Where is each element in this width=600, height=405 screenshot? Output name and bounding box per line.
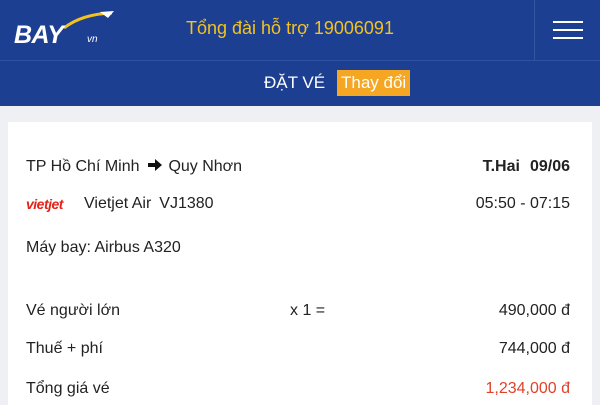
- adult-fare-price: 490,000 đ: [498, 302, 570, 319]
- airline-info: Vietjet Air VJ1380: [84, 195, 214, 213]
- adult-quantity: x 1 =: [290, 302, 326, 319]
- logo-text: BAY: [14, 21, 64, 49]
- date-value: 09/06: [529, 158, 570, 175]
- flight-summary-card: TP Hồ Chí Minh Quy Nhơn T.Hai 09/06 vietj…: [8, 122, 592, 405]
- adult-fare-label: Vé người lớn: [26, 302, 120, 319]
- support-hotline[interactable]: Tổng đài hỗ trợ 19006091: [186, 18, 394, 39]
- flight-code: VJ1380: [159, 195, 214, 212]
- top-header: BAY vn Tổng đài hỗ trợ 19006091: [0, 0, 600, 60]
- logo-suffix: vn: [87, 34, 98, 45]
- total-fare-price: 1,234,000 đ: [485, 380, 570, 397]
- day-of-week: T.Hai: [482, 158, 520, 175]
- vietjet-logo: vietjet: [26, 196, 63, 212]
- booking-bar: ĐẶT VÉ Thay đổi: [0, 60, 600, 106]
- total-fare-label: Tổng giá vé: [26, 380, 110, 397]
- arrow-right-icon: [147, 158, 162, 176]
- hamburger-menu-icon: [552, 21, 583, 39]
- airline-name: Vietjet Air: [84, 195, 152, 212]
- tax-fee-label: Thuế + phí: [26, 340, 103, 357]
- flight-date: T.Hai 09/06: [483, 158, 570, 176]
- destination-city: Quy Nhơn: [168, 158, 243, 175]
- route: TP Hồ Chí Minh Quy Nhơn: [26, 158, 242, 176]
- tax-fee-price: 744,000 đ: [498, 340, 570, 357]
- menu-button[interactable]: [534, 0, 600, 60]
- origin-city: TP Hồ Chí Minh: [26, 158, 140, 175]
- booking-title: ĐẶT VÉ: [264, 73, 326, 92]
- aircraft-type: Máy bay: Airbus A320: [26, 239, 181, 256]
- plane-swoosh-icon: [63, 11, 114, 30]
- content-area: TP Hồ Chí Minh Quy Nhơn T.Hai 09/06 vietj…: [0, 106, 600, 405]
- change-button[interactable]: Thay đổi: [337, 70, 411, 96]
- flight-time-range: 05:50 - 07:15: [475, 195, 570, 212]
- abay-logo[interactable]: BAY vn: [14, 10, 114, 50]
